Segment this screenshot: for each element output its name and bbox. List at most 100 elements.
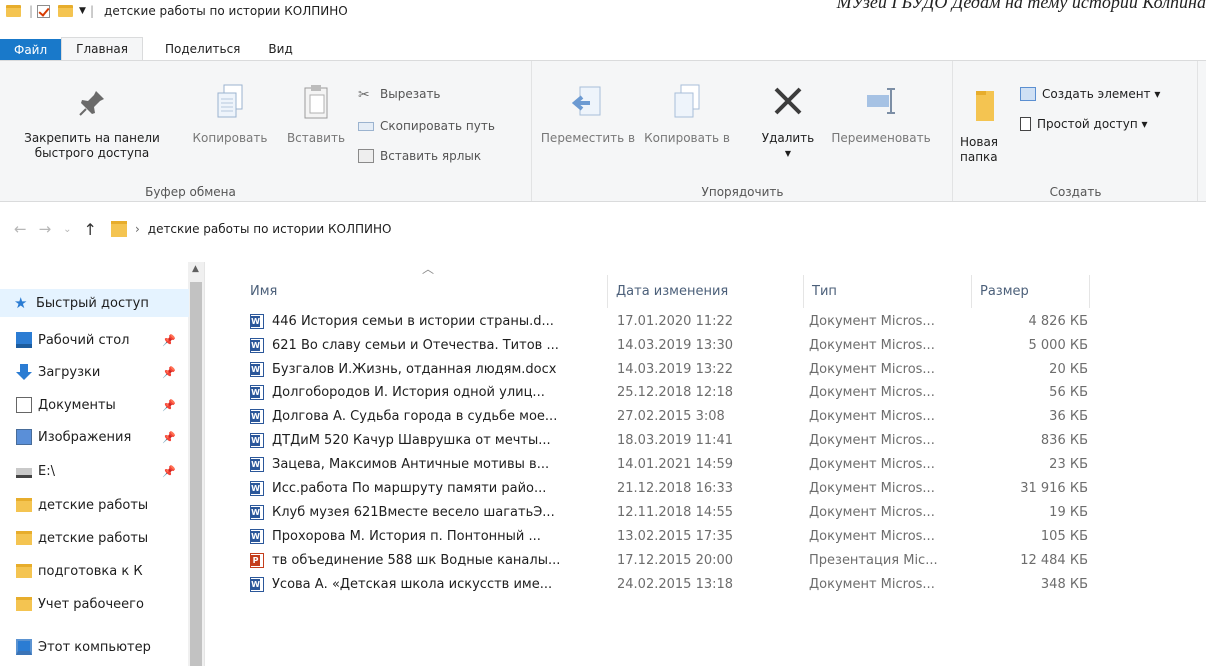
sidebar-item-downloads[interactable]: Загрузки 📌 (0, 359, 189, 385)
file-date: 27.02.2015 3:08 (617, 409, 725, 424)
tab-home[interactable]: Главная (61, 37, 143, 60)
recent-dropdown-icon[interactable]: ⌄ (63, 224, 71, 235)
sidebar-item-folder[interactable]: подготовка к К (0, 558, 189, 584)
sidebar-item-folder[interactable]: детские работы (0, 525, 189, 551)
file-size: 12 484 КБ (1020, 553, 1088, 568)
table-row[interactable]: Усова А. «Детская школа искусств име... 2… (206, 573, 1106, 597)
copy-icon (217, 84, 243, 118)
sidebar-item-this-pc[interactable]: Этот компьютер (0, 634, 189, 660)
easy-access-icon (1020, 117, 1031, 131)
sidebar-item-folder[interactable]: детские работы (0, 492, 189, 518)
scissors-icon: ✂ (358, 87, 370, 103)
sidebar-item-drive-e[interactable]: E:\ 📌 (0, 458, 189, 484)
sidebar-item-documents[interactable]: Документы 📌 (0, 392, 189, 418)
new-folder-button[interactable]: Новая папка (960, 87, 1012, 165)
sidebar-item-label: Рабочий стол (38, 332, 130, 348)
word-file-icon (250, 338, 264, 353)
pin-label: Закрепить на панели быстрого доступа (24, 131, 160, 160)
easy-access-label: Простой доступ ▾ (1037, 117, 1148, 131)
new-item-button[interactable]: Создать элемент ▾ (1020, 87, 1160, 101)
address-bar: ← → ⌄ ↑ › детские работы по истории КОЛП… (0, 215, 1206, 243)
cut-button[interactable]: ✂ Вырезать (358, 87, 441, 103)
word-file-icon (250, 362, 264, 377)
up-arrow-icon[interactable]: ↑ (84, 220, 97, 239)
delete-dropdown-icon[interactable]: ▼ (747, 146, 829, 161)
table-row[interactable]: Бузгалов И.Жизнь, отданная людям.docx 14.… (206, 358, 1106, 382)
delete-button[interactable]: Удалить ▼ (747, 83, 829, 161)
nav-scrollbar-thumb[interactable] (190, 282, 202, 666)
paste-label: Вставить (286, 131, 346, 145)
breadcrumb-chevron-icon[interactable]: › (135, 222, 140, 236)
folder-icon (16, 564, 32, 578)
table-row[interactable]: Клуб музея 621Вместе весело шагатьЭ... 12… (206, 501, 1106, 525)
column-date-modified[interactable]: Дата изменения (608, 275, 804, 308)
file-date: 25.12.2018 12:18 (617, 385, 734, 400)
file-date: 21.12.2018 16:33 (617, 481, 734, 496)
table-row[interactable]: тв объединение 588 шк Водные каналы... 17… (206, 549, 1106, 573)
easy-access-button[interactable]: Простой доступ ▾ (1020, 117, 1148, 131)
file-type: Документ Micros... (809, 481, 935, 496)
tab-file[interactable]: Файл (0, 39, 62, 60)
column-type[interactable]: Тип (804, 275, 972, 308)
tab-share[interactable]: Поделиться (143, 38, 254, 60)
file-date: 17.12.2015 20:00 (617, 553, 734, 568)
drive-icon (16, 468, 32, 478)
paste-button[interactable]: Вставить (282, 83, 350, 146)
move-to-button[interactable]: Переместить в (537, 83, 639, 146)
pin-icon[interactable]: 📌 (162, 431, 176, 444)
pin-icon[interactable]: 📌 (162, 334, 176, 347)
copy-to-icon (674, 84, 700, 118)
pin-quick-access-button[interactable]: Закрепить на панели быстрого доступа (6, 87, 178, 161)
table-row[interactable]: 621 Во славу семьи и Отечества. Титов ..… (206, 334, 1106, 358)
file-type: Документ Micros... (809, 362, 935, 377)
file-date: 14.01.2021 14:59 (617, 457, 734, 472)
tab-view[interactable]: Вид (254, 38, 306, 60)
sidebar-item-folder[interactable]: Учет рабочеего (0, 591, 189, 617)
properties-check-icon[interactable] (37, 4, 51, 18)
table-row[interactable]: Исс.работа По маршруту памяти райо... 21.… (206, 477, 1106, 501)
breadcrumb-path[interactable]: детские работы по истории КОЛПИНО (148, 222, 392, 236)
clipboard-group: Закрепить на панели быстрого доступа Коп… (0, 61, 532, 201)
file-size: 5 000 КБ (1028, 338, 1089, 353)
table-row[interactable]: ДТДиМ 520 Качур Шаврушка от мечты... 18.0… (206, 429, 1106, 453)
new-folder-quick-icon[interactable] (58, 5, 74, 17)
copy-button[interactable]: Копировать (184, 83, 276, 146)
folder-icon (110, 221, 127, 237)
word-file-icon (250, 529, 264, 544)
table-row[interactable]: Зацева, Максимов Античные мотивы в... 14.… (206, 453, 1106, 477)
sidebar-item-label: детские работы (38, 497, 149, 513)
back-arrow-icon[interactable]: ← (14, 220, 27, 238)
new-folder-icon (976, 91, 994, 121)
table-row[interactable]: Долгова А. Судьба города в судьбе мое...… (206, 405, 1106, 429)
pin-icon[interactable]: 📌 (162, 465, 176, 478)
column-name[interactable]: Имя (242, 275, 608, 308)
file-size: 36 КБ (1049, 409, 1088, 424)
table-row[interactable]: Долгобородов И. История одной улиц... 25.… (206, 381, 1106, 405)
paste-shortcut-button[interactable]: Вставить ярлык (358, 149, 481, 163)
file-size: 836 КБ (1040, 433, 1088, 448)
file-list-header: ︿ Имя Дата изменения Тип Размер (206, 262, 1206, 308)
folder-icon (16, 498, 32, 512)
table-row[interactable]: Прохорова М. История п. Понтонный ... 13.… (206, 525, 1106, 549)
word-file-icon (250, 505, 264, 520)
rename-button[interactable]: Переименовать (819, 83, 943, 146)
sidebar-item-pictures[interactable]: Изображения 📌 (0, 424, 189, 450)
sidebar-item-desktop[interactable]: Рабочий стол 📌 (0, 327, 189, 353)
copy-to-button[interactable]: Копировать в (641, 83, 733, 146)
sidebar-item-quick-access[interactable]: ★ Быстрый доступ (0, 289, 189, 317)
scroll-up-icon[interactable]: ▲ (192, 264, 199, 274)
table-row[interactable]: 446 История семьи в истории страны.d... 1… (206, 310, 1106, 334)
file-date: 24.02.2015 13:18 (617, 577, 734, 592)
pin-icon[interactable]: 📌 (162, 399, 176, 412)
quick-access-dropdown-icon[interactable]: ▼ (79, 6, 86, 16)
file-name: Бузгалов И.Жизнь, отданная людям.docx (272, 362, 557, 377)
pin-icon[interactable]: 📌 (162, 366, 176, 379)
sidebar-item-label: подготовка к К (38, 563, 143, 579)
nav-scrollbar[interactable]: ▲ (188, 262, 204, 666)
new-item-icon (1020, 87, 1036, 101)
word-file-icon (250, 457, 264, 472)
column-size[interactable]: Размер (972, 275, 1090, 308)
copy-path-button[interactable]: Скопировать путь (358, 119, 495, 133)
powerpoint-file-icon (250, 553, 264, 568)
forward-arrow-icon[interactable]: → (39, 220, 52, 238)
